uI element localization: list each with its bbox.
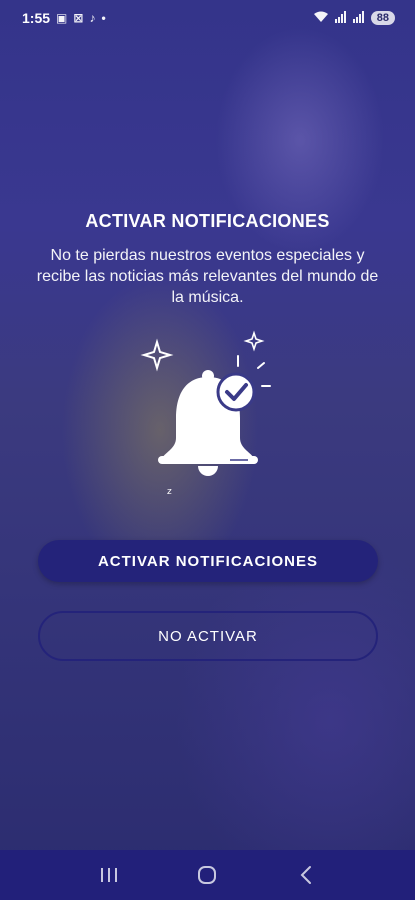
page-title: ACTIVAR NOTIFICACIONES [85, 211, 330, 231]
signal-icon [334, 10, 347, 26]
status-left: 1:55 ▣ ⊠ ♪ • [22, 10, 106, 26]
wifi-icon [313, 11, 329, 26]
decline-notifications-button[interactable]: NO ACTIVAR [38, 611, 378, 661]
back-icon[interactable] [286, 855, 326, 895]
signal-icon [352, 10, 365, 26]
tiktok-icon: ♪ [89, 11, 96, 25]
status-bar: 1:55 ▣ ⊠ ♪ • 88 [0, 0, 415, 36]
battery-indicator: 88 [370, 11, 395, 25]
home-icon[interactable] [187, 855, 227, 895]
notification-dot-icon: • [101, 11, 106, 25]
status-right: 88 [313, 10, 395, 26]
gallery-icon: ⊠ [73, 11, 84, 25]
activate-notifications-button[interactable]: ACTIVAR NOTIFICACIONES [38, 540, 378, 582]
bell-check-icon: z [140, 330, 280, 500]
screenshot-icon: ▣ [56, 11, 68, 25]
svg-text:z: z [167, 487, 172, 497]
system-nav-bar [0, 850, 415, 900]
recents-icon[interactable] [89, 855, 129, 895]
status-time: 1:55 [22, 10, 51, 26]
page-description: No te pierdas nuestros eventos especiale… [36, 247, 379, 306]
